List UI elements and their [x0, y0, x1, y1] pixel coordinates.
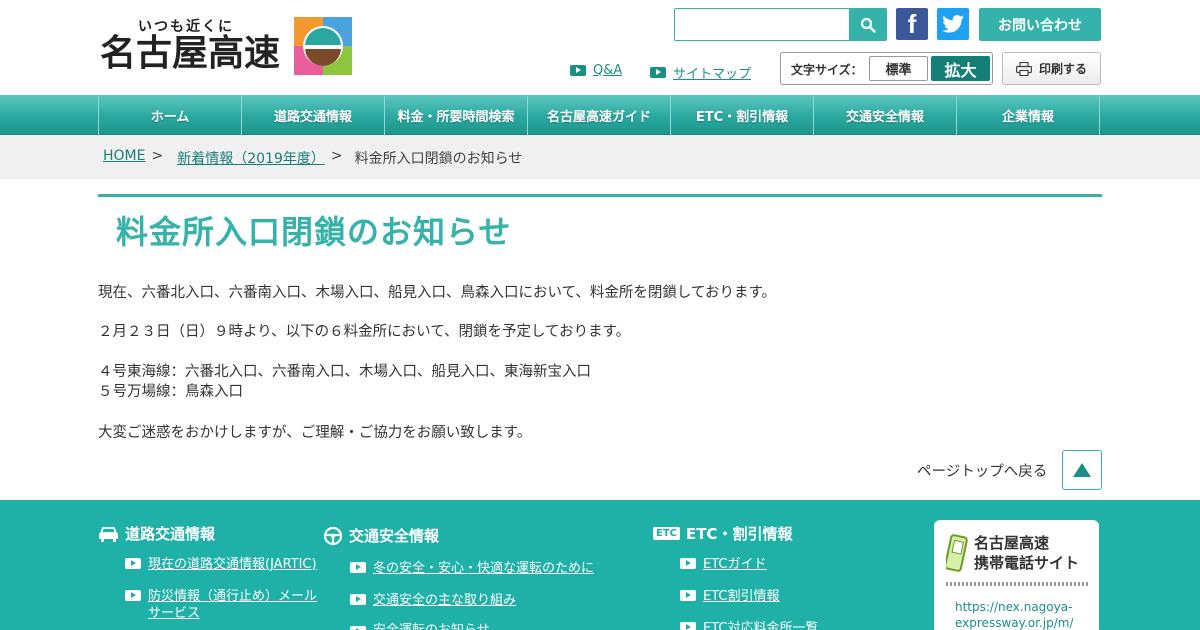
printer-icon	[1015, 61, 1032, 76]
nav-item-guide[interactable]: 名古屋高速ガイド	[528, 95, 671, 135]
body-paragraph: 現在、六番北入口、六番南入口、木場入口、船見入口、鳥森入口において、料金所を閉鎖…	[98, 285, 777, 301]
footer-heading-traffic: 道路交通情報	[98, 523, 215, 544]
font-large-button[interactable]: 拡大	[931, 56, 990, 81]
logo-mark-icon	[294, 17, 352, 75]
nav-item-company[interactable]: 企業情報	[957, 95, 1100, 135]
footer-heading-safety: 交通安全情報	[323, 525, 439, 546]
font-standard-button[interactable]: 標準	[869, 56, 928, 81]
footer-heading-etc: ETC ETC・割引情報	[653, 523, 793, 544]
breadcrumb-news-link[interactable]: 新着情報（2019年度）	[177, 148, 325, 168]
footer-link[interactable]: 交通安全の主な取り組み	[373, 592, 516, 609]
sitemap-link[interactable]: サイトマップ	[650, 63, 751, 82]
nav-item-etc[interactable]: ETC・割引情報	[671, 95, 814, 135]
arrow-right-icon	[680, 590, 696, 601]
arrow-right-icon	[125, 558, 141, 569]
breadcrumb-home-link[interactable]: HOME	[103, 148, 145, 168]
sitemap-link-label: サイトマップ	[673, 67, 752, 82]
arrow-right-icon	[350, 562, 366, 573]
print-button[interactable]: 印刷する	[1002, 52, 1101, 85]
site-logo[interactable]: いつも近くに 名古屋高速	[100, 14, 355, 80]
mobile-phone-icon	[946, 534, 968, 572]
search-icon	[860, 17, 876, 33]
footer-link[interactable]: ETCガイド	[703, 556, 766, 573]
mobile-url-line: expressway.or.jp/m/	[955, 616, 1074, 630]
breadcrumb-bar: HOME > 新着情報（2019年度） > 料金所入口閉鎖のお知らせ	[0, 135, 1200, 179]
body-paragraph: ２月２３日（日）９時より、以下の６料金所において、閉鎖を予定しております。	[98, 324, 631, 340]
steering-wheel-icon	[323, 526, 343, 545]
footer-link[interactable]: サービス	[148, 605, 200, 622]
etc-badge-icon: ETC	[653, 527, 680, 540]
mobile-site-title: 名古屋高速 携帯電話サイト	[974, 533, 1079, 573]
page-title: 料金所入口閉鎖のお知らせ	[116, 213, 512, 251]
footer-link[interactable]: 安全運転のお知らせ	[373, 622, 490, 630]
arrow-right-icon	[125, 590, 141, 601]
mobile-title-line: 名古屋高速	[974, 534, 1050, 552]
nav-item-safety[interactable]: 交通安全情報	[814, 95, 957, 135]
contact-button[interactable]: お問い合わせ	[979, 8, 1101, 41]
search-button[interactable]	[849, 8, 887, 41]
mobile-site-url[interactable]: https://nex.nagoya- expressway.or.jp/m/	[955, 599, 1074, 630]
arrow-right-icon	[680, 622, 696, 630]
font-size-label: 文字サイズ：	[791, 63, 863, 77]
car-icon	[99, 526, 118, 542]
qa-link-label: Q&A	[593, 63, 623, 78]
twitter-bird-icon	[942, 15, 964, 33]
mobile-url-line: https://nex.nagoya-	[955, 600, 1073, 614]
twitter-icon[interactable]	[937, 8, 969, 40]
logo-name: 名古屋高速	[100, 33, 281, 74]
site-header: いつも近くに 名古屋高速 f お問い合わせ Q&A サイトマップ 文字サイズ： …	[0, 0, 1200, 95]
body-paragraph: ５号万場線：鳥森入口	[98, 384, 243, 400]
nav-item-toll-search[interactable]: 料金・所要時間検索	[385, 95, 528, 135]
footer-link[interactable]: ETC割引情報	[703, 588, 779, 605]
arrow-right-icon	[570, 65, 586, 76]
global-nav: ホーム 道路交通情報 料金・所要時間検索 名古屋高速ガイド ETC・割引情報 交…	[0, 95, 1200, 135]
page-top-label[interactable]: ページトップへ戻る	[917, 460, 1047, 481]
breadcrumb-separator: >	[330, 148, 343, 164]
dotted-divider	[946, 582, 1090, 586]
nav-item-home[interactable]: ホーム	[99, 95, 242, 135]
print-label: 印刷する	[1038, 62, 1087, 76]
breadcrumb-current: 料金所入口閉鎖のお知らせ	[354, 151, 523, 167]
font-size-switcher: 文字サイズ： 標準 拡大	[780, 52, 993, 85]
footer-link[interactable]: 現在の道路交通情報(JARTIC)	[148, 556, 317, 573]
facebook-icon[interactable]: f	[896, 8, 928, 40]
page-top-button[interactable]	[1062, 450, 1102, 490]
arrow-right-icon	[680, 558, 696, 569]
arrow-up-icon	[1073, 463, 1091, 477]
arrow-right-icon	[650, 67, 666, 78]
body-paragraph: 大変ご迷惑をおかけしますが、ご理解・ご協力をお願い致します。	[98, 425, 532, 441]
footer-link[interactable]: 防災情報（通行止め）メール	[148, 588, 317, 605]
breadcrumb-separator: >	[151, 148, 164, 164]
breadcrumb: HOME > 新着情報（2019年度） > 料金所入口閉鎖のお知らせ	[103, 148, 522, 168]
footer-link[interactable]: ETC対応料金所一覧	[703, 620, 818, 630]
arrow-right-icon	[350, 594, 366, 605]
arrow-right-icon	[350, 626, 366, 630]
search-input[interactable]	[674, 8, 850, 41]
mobile-site-banner[interactable]: 名古屋高速 携帯電話サイト https://nex.nagoya- expres…	[934, 520, 1099, 630]
nav-item-traffic-info[interactable]: 道路交通情報	[242, 95, 385, 135]
footer-link[interactable]: 冬の安全・安心・快適な運転のために	[373, 560, 594, 577]
qa-link[interactable]: Q&A	[570, 63, 622, 78]
body-paragraph: ４号東海線：六番北入口、六番南入口、木場入口、船見入口、東海新宝入口	[98, 364, 591, 380]
footer-heading-label: 道路交通情報	[125, 525, 216, 543]
footer-heading-label: 交通安全情報	[349, 527, 440, 545]
title-divider	[98, 194, 1102, 197]
footer-heading-label: ETC・割引情報	[686, 525, 793, 543]
mobile-title-line: 携帯電話サイト	[974, 554, 1080, 572]
